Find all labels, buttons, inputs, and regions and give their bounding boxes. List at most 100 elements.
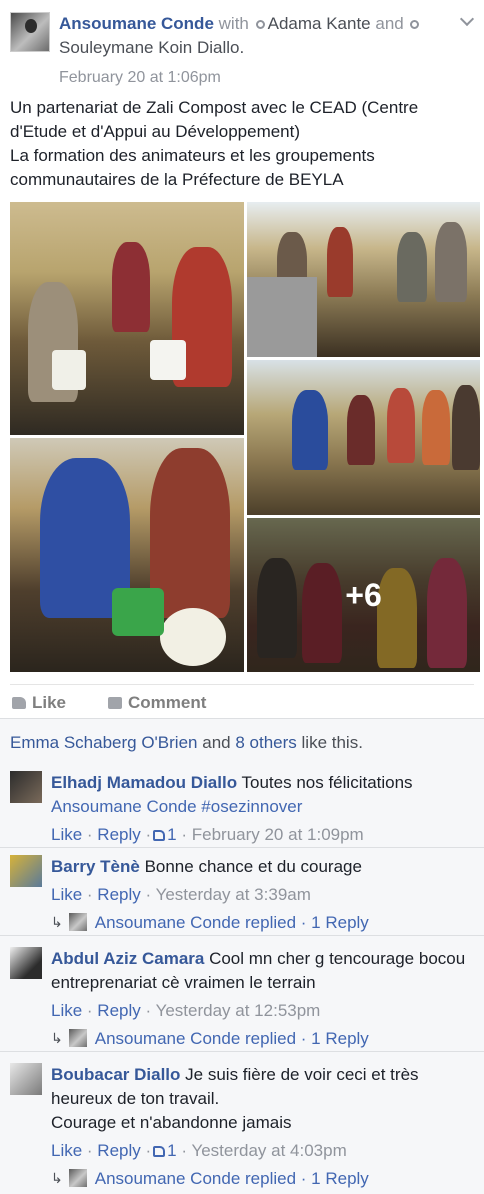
author-name-link[interactable]: Ansoumane Conde [59,14,214,33]
comment-like-count[interactable]: 1 [167,825,176,844]
comment-reply-button[interactable]: Reply [97,1141,140,1160]
foreground-figure [247,277,317,357]
others-link[interactable]: 8 others [235,733,296,752]
post-photo-4[interactable] [247,360,480,515]
likes-summary: Emma Schaberg O'Brien and 8 others like … [10,733,363,753]
post-text-line: La formation des animateurs et les group… [10,146,375,189]
thumbs-up-icon [153,1146,166,1157]
comment-time[interactable]: Yesterday at 12:53pm [156,1001,321,1020]
replied-by[interactable]: Ansoumane Conde replied [95,1169,296,1188]
person-figure [422,390,450,465]
post-photo-3[interactable] [247,202,480,357]
author-avatar[interactable] [10,12,50,52]
reply-arrow-icon: ↳ [51,914,63,930]
hashtag-link[interactable]: #osezinnover [201,797,302,816]
comment-like-button[interactable]: Like [51,825,82,844]
post-timestamp[interactable]: February 20 at 1:06pm [59,66,439,90]
post-header-text: Ansoumane Conde with Adama Kante and Sou… [59,12,439,90]
comment-divider [0,1051,484,1052]
thumbs-up-icon [12,697,26,709]
watering-can [112,588,164,636]
person-figure [397,232,427,302]
post-text-line: Un partenariat de Zali Compost avec le C… [10,98,419,141]
comment-reply-button[interactable]: Reply [97,825,140,844]
comment-meta: Like · Reply · 1 · Yesterday at 4:03pm [51,1141,347,1160]
commenter-name[interactable]: Barry Tènè [51,857,140,876]
mention-link[interactable]: Ansoumane Conde [51,797,197,816]
like-label: Like [32,693,67,712]
commenter-avatar[interactable] [10,947,42,979]
reply-count[interactable]: 1 Reply [311,913,369,932]
tagged-friend-2[interactable]: Souleymane Koin Diallo. [59,38,244,57]
replies-link[interactable]: ↳ Ansoumane Conde replied · 1 Reply [51,1027,474,1051]
person-figure [387,388,415,463]
more-photos-count[interactable]: +6 [247,518,480,672]
reply-arrow-icon: ↳ [51,1170,63,1186]
replier-avatar [68,913,87,931]
likes-suffix: like this. [301,733,363,752]
comment-like-button[interactable]: Like [51,1141,82,1160]
comment-meta: Like · Reply · 1 · February 20 at 1:09pm [51,825,364,844]
commenter-avatar[interactable] [10,855,42,887]
tagged-friend-1[interactable]: Adama Kante [268,14,371,33]
comment-reply-button[interactable]: Reply [97,885,140,904]
comment-body: Abdul Aziz Camara Cool mn cher g tencour… [51,947,474,1051]
replies-link[interactable]: ↳ Ansoumane Conde replied · 1 Reply [51,911,474,935]
comment-divider [0,935,484,936]
replies-link[interactable]: ↳ Ansoumane Conde replied · 1 Reply [51,1167,474,1191]
comment-button[interactable]: Comment [108,693,206,713]
action-bar: Like Comment [10,684,474,718]
comment-time[interactable]: Yesterday at 4:03pm [191,1141,346,1160]
friend-icon [255,19,265,29]
comment-bubble-icon [108,697,122,709]
person-figure [452,385,480,470]
comment-reply-button[interactable]: Reply [97,1001,140,1020]
commenter-name[interactable]: Abdul Aziz Camara [51,949,204,968]
comment-like-button[interactable]: Like [51,885,82,904]
bucket [150,340,186,380]
commenter-avatar[interactable] [10,771,42,803]
comment-meta: Like · Reply · Yesterday at 12:53pm [51,1001,321,1020]
post-photo-1[interactable] [10,202,244,435]
comment-text: Toutes nos félicitations [241,773,413,792]
comment-text: Bonne chance et du courage [144,857,362,876]
with-word: with [218,14,249,33]
thumbs-up-icon [153,830,166,841]
replied-by[interactable]: Ansoumane Conde replied [95,913,296,932]
replier-avatar [68,1029,87,1047]
person-figure [435,222,467,302]
commenter-avatar[interactable] [10,1063,42,1095]
comment-divider [0,847,484,848]
liker-link[interactable]: Emma Schaberg O'Brien [10,733,198,752]
commenter-name[interactable]: Elhadj Mamadou Diallo [51,773,237,792]
comment-body: Barry Tènè Bonne chance et du courage Li… [51,855,474,935]
friend-icon [410,19,420,29]
feedback-section: Emma Schaberg O'Brien and 8 others like … [0,718,484,1194]
comment-body: Boubacar Diallo Je suis fière de voir ce… [51,1063,474,1191]
chevron-down-icon[interactable] [460,14,474,28]
reply-count[interactable]: 1 Reply [311,1029,369,1048]
post-text: Un partenariat de Zali Compost avec le C… [10,96,474,192]
post-photo-5[interactable]: +6 [247,518,480,672]
replied-by[interactable]: Ansoumane Conde replied [95,1029,296,1048]
commenter-name[interactable]: Boubacar Diallo [51,1065,180,1084]
replier-avatar [68,1169,87,1187]
person-figure [327,227,353,297]
reply-arrow-icon: ↳ [51,1030,63,1046]
comment-text-line-2: Courage et n'abandonne jamais [51,1113,292,1132]
post-header: Ansoumane Conde with Adama Kante and Sou… [10,10,474,90]
comment-like-button[interactable]: Like [51,1001,82,1020]
bucket [52,350,86,390]
person-figure [347,395,375,465]
person-figure [292,390,328,470]
comment-time[interactable]: Yesterday at 3:39am [156,885,311,904]
comment-meta: Like · Reply · Yesterday at 3:39am [51,885,311,904]
like-button[interactable]: Like [12,693,66,713]
comment-time[interactable]: February 20 at 1:09pm [192,825,364,844]
person-figure [112,242,150,332]
comment-body: Elhadj Mamadou Diallo Toutes nos félicit… [51,771,474,847]
post-photo-2[interactable] [10,438,244,672]
comment-like-count[interactable]: 1 [167,1141,176,1160]
reply-count[interactable]: 1 Reply [311,1169,369,1188]
comment-label: Comment [128,693,207,712]
